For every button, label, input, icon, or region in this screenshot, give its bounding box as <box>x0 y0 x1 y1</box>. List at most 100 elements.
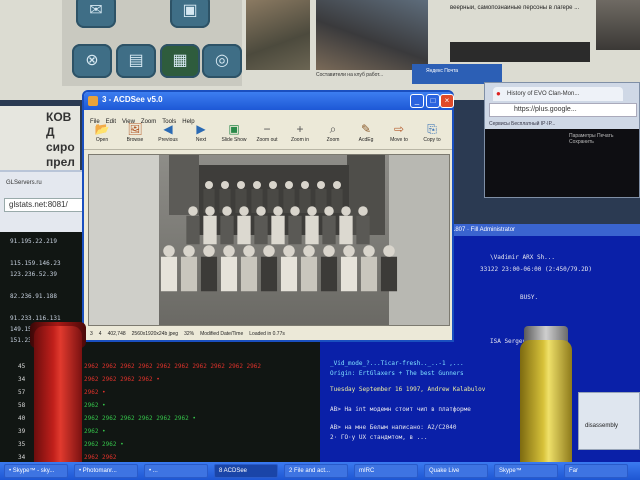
ip-address[interactable]: 115.159.146.23 <box>10 258 70 269</box>
image-viewer[interactable] <box>88 154 450 326</box>
minimize-button[interactable]: _ <box>410 94 424 108</box>
window-app-tile[interactable]: ▤ <box>116 44 156 78</box>
ping-bars: 2962 2962 2962 2962 2962 2962 2962 2962 … <box>84 360 314 464</box>
ip-address[interactable] <box>10 247 70 258</box>
ip-address[interactable] <box>10 302 70 313</box>
taskbar: • Skype™ - sky... • Photomanr... • ... 8 AC… <box>0 462 640 480</box>
photos-icon: ▦ <box>172 52 188 69</box>
chrome-window[interactable]: ● History of EVO Clan-Mon... ←→ https://… <box>484 82 640 198</box>
ip-address[interactable] <box>10 280 70 291</box>
news-snippet[interactable]: веерныи, самопознаиные персоны в лагере … <box>450 4 590 12</box>
target-icon: ◎ <box>215 52 229 69</box>
taskbar-button[interactable]: • Skype™ - sky... <box>4 464 68 478</box>
toolbar-button-zoom-in[interactable]: + Zoom in <box>286 122 314 148</box>
mail-app-tile[interactable]: ✉ <box>76 0 116 28</box>
chrome-address-bar[interactable]: https://plus.google... <box>489 103 637 117</box>
close-button[interactable]: × <box>440 94 454 108</box>
acdsee-window[interactable]: 3 - ACDSee v5.0 _ □ × File Edit View Zoom To… <box>82 90 454 342</box>
acdsee-title-bar[interactable]: 3 - ACDSee v5.0 _ □ × <box>84 92 454 110</box>
far-text-line: Tuesday September 16 1997, Andrew Kalabu… <box>330 386 486 393</box>
maximize-button[interactable]: □ <box>426 94 440 108</box>
ping-bar: 2962 • <box>84 428 106 435</box>
news-banner <box>450 42 590 62</box>
ip-address[interactable]: 123.236.52.39 <box>10 269 70 280</box>
taskbar-button[interactable]: • ... <box>144 464 208 478</box>
app-icon: ▣ <box>182 2 198 19</box>
chrome-page-menu[interactable]: Параметры Печать Сохранить <box>569 133 639 145</box>
toolbar-button-next[interactable]: ▶ Next <box>187 122 215 148</box>
slideshow-icon: ▣ <box>228 122 240 136</box>
acdsee-toolbar: 📂 Open 🖼 Browse ◀ Previous ▶ Next ▣ Slide Show − Zo… <box>84 120 452 150</box>
taskbar-button[interactable]: 2 File and act... <box>284 464 348 478</box>
mini-window[interactable]: disassembly <box>578 392 640 450</box>
taskbar-button[interactable]: Quake Live <box>424 464 488 478</box>
toolbar-label: Slide Show <box>221 137 247 143</box>
ip-address[interactable]: 82.236.91.188 <box>10 291 70 302</box>
photos-app-tile[interactable]: ▦ <box>160 44 200 78</box>
toolbar-label: Zoom in <box>290 137 310 143</box>
status-field: Loaded in 0.77s <box>249 331 285 337</box>
acdsee-menu-bar: File Edit View Zoom Tools Help <box>84 110 452 125</box>
target-app-tile[interactable]: ◎ <box>202 44 242 78</box>
yellow-lighter <box>520 340 572 480</box>
chrome-tab-title: History of EVO Clan-Mon... <box>507 91 580 97</box>
acdsee-app-icon <box>88 96 98 106</box>
toolbar-button-browse[interactable]: 🖼 Browse <box>121 122 149 148</box>
move-to-icon: ⇨ <box>393 122 405 136</box>
ping-bar: 2962 2962 2962 2962 • <box>84 376 160 383</box>
news-photo[interactable] <box>246 0 310 70</box>
ping-bar: 2962 • <box>84 402 106 409</box>
toolbar-button-zoom-out[interactable]: − Zoom out <box>253 122 281 148</box>
far-text-line: AB> на мне Белым написано: A2/C2040 <box>330 424 457 431</box>
toolbar-label: Copy to <box>423 137 441 143</box>
taskbar-button[interactable]: • Photomanr... <box>74 464 138 478</box>
toolbar-button-previous[interactable]: ◀ Previous <box>154 122 182 148</box>
glstats-browser-window[interactable]: GLServers.ru glstats.net:8081/ <box>0 170 90 234</box>
toolbar-button-copy-to[interactable]: ⎘ Copy to <box>418 122 446 148</box>
ping-bar: 2962 • <box>84 389 106 396</box>
toolbar-button-zoom[interactable]: ⌕ Zoom <box>319 122 347 148</box>
zoom-out-icon: − <box>263 122 271 136</box>
news-photo-right[interactable] <box>596 0 640 50</box>
taskbar-button[interactable]: Skype™ <box>494 464 558 478</box>
ping-bar: 2962 2962 • <box>84 441 124 448</box>
chrome-tab[interactable]: ● History of EVO Clan-Mon... <box>493 87 623 101</box>
zoom-icon: ⌕ <box>329 122 337 136</box>
acdsee-title: 3 - ACDSee v5.0 <box>102 95 163 104</box>
zoom-in-icon: + <box>296 122 304 136</box>
acdsee-status-bar: 3 4 402,748 2560x1920x24b jpeg 32% Modified D… <box>84 328 452 340</box>
toolbar-button-slide-show[interactable]: ▣ Slide Show <box>220 122 248 148</box>
previous-icon: ◀ <box>163 122 173 136</box>
edit-icon: ✎ <box>360 122 372 136</box>
ping-bar: 2962 2962 2962 2962 2962 2962 2962 2962 … <box>84 363 262 370</box>
chrome-bookmarks-bar[interactable]: Сервисы Бесплатный IP·IP... <box>489 121 555 127</box>
news-photo-classroom[interactable] <box>316 0 428 70</box>
mini-window-text: disassembly <box>585 423 619 429</box>
glstats-tab[interactable]: GLServers.ru <box>6 180 42 186</box>
folder-open-icon: 📂 <box>94 122 110 136</box>
app-tile[interactable]: ▣ <box>170 0 210 28</box>
taskbar-button[interactable]: Far <box>564 464 628 478</box>
status-field: 402,748 <box>107 331 126 337</box>
toolbar-label: Next <box>195 137 207 143</box>
status-field: 2560x1920x24b jpeg <box>131 331 179 337</box>
toolbar-button-open[interactable]: 📂 Open <box>88 122 116 148</box>
toolbar-button-move-to[interactable]: ⇨ Move to <box>385 122 413 148</box>
browse-icon: 🖼 <box>127 122 143 136</box>
taskbar-button[interactable]: mIRC <box>354 464 418 478</box>
background-window-frame[interactable] <box>412 64 502 84</box>
status-field: 3 <box>90 331 93 337</box>
toolbar-button-acdeg[interactable]: ✎ AcdEg <box>352 122 380 148</box>
mail-icon: ✉ <box>89 2 103 19</box>
status-field: 4 <box>98 331 102 337</box>
ping-bar: 2962 2962 2962 2962 2962 2962 • <box>84 415 196 422</box>
far-text-line: _Vid_mode_?...Ticar-fresh.._..-1 ,... <box>330 360 464 367</box>
close-app-tile[interactable]: ⊗ <box>72 44 112 78</box>
chrome-page-content[interactable]: Параметры Печать Сохранить <box>485 129 639 197</box>
toolbar-label: Previous <box>158 137 178 143</box>
glstats-address-bar[interactable]: glstats.net:8081/ <box>4 198 86 212</box>
class-photo <box>89 155 449 325</box>
ip-address[interactable]: 91.195.22.219 <box>10 236 70 247</box>
status-field: Modified Date/Time <box>200 331 244 337</box>
taskbar-button[interactable]: 8 ACDSee <box>214 464 278 478</box>
